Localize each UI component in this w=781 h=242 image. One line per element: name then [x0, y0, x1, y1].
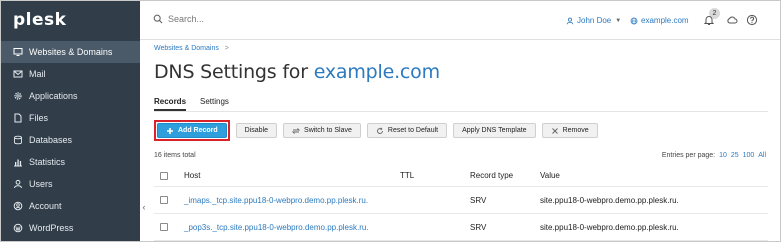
switch-to-slave-label: Switch to Slave: [304, 127, 352, 134]
switch-icon: [292, 127, 301, 134]
sidebar-item-label: Account: [29, 201, 62, 211]
remove-button[interactable]: Remove: [541, 123, 598, 138]
search-placeholder: Search...: [168, 14, 205, 24]
user-menu[interactable]: John Doe ▼: [566, 16, 621, 25]
remove-label: Remove: [562, 127, 589, 134]
reset-to-default-label: Reset to Default: [387, 127, 439, 134]
search-icon: [153, 14, 163, 24]
table-row: _pop3s._tcp.site.ppu18-0-webpro.demo.pp.…: [154, 214, 768, 241]
sidebar-item-label: WordPress: [29, 223, 74, 233]
table-row: _imaps._tcp.site.ppu18-0-webpro.demo.pp.…: [154, 187, 768, 214]
switch-to-slave-button[interactable]: Switch to Slave: [283, 123, 361, 138]
column-header-record-type[interactable]: Record type: [470, 171, 540, 180]
sidebar-item-label: Websites & Domains: [29, 47, 113, 57]
entries-per-page: Entries per page: 10 25 100 All: [662, 152, 766, 159]
apply-dns-template-label: Apply DNS Template: [462, 127, 527, 134]
sidebar-item-databases[interactable]: Databases: [1, 129, 140, 151]
wordpress-icon: [13, 223, 23, 233]
sidebar-item-websites-domains[interactable]: Websites & Domains: [1, 41, 140, 63]
add-record-button[interactable]: Add Record: [157, 123, 227, 138]
sidebar-nav: Websites & Domains Mail Applications Fil…: [1, 41, 140, 239]
row-checkbox[interactable]: [160, 196, 168, 204]
sidebar-item-label: Users: [29, 179, 53, 189]
main-content: Websites & Domains > DNS Settings for ex…: [148, 41, 780, 241]
file-icon: [13, 113, 23, 123]
sidebar: plesk Websites & Domains Mail Applicatio…: [1, 1, 140, 241]
sidebar-item-applications[interactable]: Applications: [1, 85, 140, 107]
per-page-25[interactable]: 25: [731, 152, 739, 159]
tabs: Records Settings: [154, 97, 243, 111]
sidebar-item-label: Files: [29, 113, 49, 123]
plesk-logo[interactable]: plesk: [13, 10, 66, 30]
tabs-divider: [154, 111, 768, 112]
domain-name: example.com: [641, 16, 689, 25]
per-page-10[interactable]: 10: [719, 152, 727, 159]
record-host-link[interactable]: _imaps._tcp.site.ppu18-0-webpro.demo.pp.…: [184, 196, 400, 205]
add-record-label: Add Record: [178, 127, 218, 134]
toolbar: Add Record Disable Switch to Slave Reset…: [154, 120, 604, 141]
breadcrumb-separator: >: [224, 45, 229, 52]
help-icon[interactable]: [746, 14, 758, 26]
record-type: SRV: [470, 222, 487, 232]
column-header-host[interactable]: Host: [184, 171, 400, 180]
disable-label: Disable: [244, 127, 269, 134]
user-name: John Doe: [577, 16, 612, 25]
sidebar-item-label: Statistics: [29, 157, 66, 167]
record-value: site.ppu18-0-webpro.demo.pp.plesk.ru.: [540, 195, 679, 205]
table-header: Host TTL Record type Value: [154, 165, 768, 187]
page-title-domain[interactable]: example.com: [314, 61, 440, 83]
sidebar-item-mail[interactable]: Mail: [1, 63, 140, 85]
user-icon: [13, 179, 23, 189]
dns-records-table: Host TTL Record type Value _imaps._tcp.s…: [154, 165, 768, 241]
reset-to-default-button[interactable]: Reset to Default: [366, 123, 448, 138]
sidebar-item-users[interactable]: Users: [1, 173, 140, 195]
record-host-link[interactable]: _pop3s._tcp.site.ppu18-0-webpro.demo.pp.…: [184, 223, 400, 232]
reset-icon: [376, 126, 383, 134]
column-header-ttl[interactable]: TTL: [400, 171, 470, 180]
chart-icon: [13, 157, 23, 167]
sidebar-item-files[interactable]: Files: [1, 107, 140, 129]
account-icon: [13, 201, 23, 211]
sidebar-collapse-handle[interactable]: ‹: [140, 197, 148, 217]
highlight-box: Add Record: [154, 120, 230, 141]
breadcrumb-link[interactable]: Websites & Domains: [154, 45, 219, 52]
search-input[interactable]: Search...: [153, 14, 204, 24]
chevron-down-icon: ▼: [615, 17, 622, 24]
globe-icon: [630, 17, 638, 24]
entries-per-page-label: Entries per page:: [661, 152, 716, 159]
sidebar-item-statistics[interactable]: Statistics: [1, 151, 140, 173]
cloud-icon[interactable]: [726, 14, 738, 26]
tab-records[interactable]: Records: [154, 97, 187, 111]
per-page-100[interactable]: 100: [743, 152, 755, 159]
record-type: SRV: [470, 195, 487, 205]
monitor-icon: [13, 47, 23, 57]
app-window: plesk Websites & Domains Mail Applicatio…: [0, 0, 781, 242]
items-total: 16 items total: [154, 152, 196, 159]
mail-icon: [13, 69, 23, 79]
row-checkbox[interactable]: [160, 223, 168, 231]
database-icon: [13, 135, 23, 145]
sidebar-item-label: Mail: [29, 69, 46, 79]
per-page-all[interactable]: All: [758, 152, 766, 159]
disable-button[interactable]: Disable: [235, 123, 278, 138]
record-value: site.ppu18-0-webpro.demo.pp.plesk.ru.: [540, 222, 679, 232]
top-header: Search... John Doe ▼ example.com 2: [140, 1, 780, 40]
sidebar-item-label: Applications: [29, 91, 78, 101]
remove-icon: [551, 127, 558, 134]
column-header-value[interactable]: Value: [540, 171, 768, 180]
sidebar-item-wordpress[interactable]: WordPress: [1, 217, 140, 239]
apply-dns-template-button[interactable]: Apply DNS Template: [453, 123, 536, 138]
sidebar-item-account[interactable]: Account: [1, 195, 140, 217]
page-title-prefix: DNS Settings for: [154, 61, 308, 83]
select-all-checkbox[interactable]: [160, 171, 168, 180]
sidebar-item-label: Databases: [29, 135, 73, 145]
page-title: DNS Settings for example.com: [154, 61, 440, 83]
notifications-icon[interactable]: [703, 14, 715, 26]
user-icon: [566, 17, 574, 24]
breadcrumb: Websites & Domains >: [154, 45, 229, 52]
domain-selector[interactable]: example.com: [630, 16, 689, 25]
gear-icon: [13, 91, 23, 101]
tab-settings[interactable]: Settings: [200, 97, 229, 111]
plus-icon: [167, 127, 173, 134]
